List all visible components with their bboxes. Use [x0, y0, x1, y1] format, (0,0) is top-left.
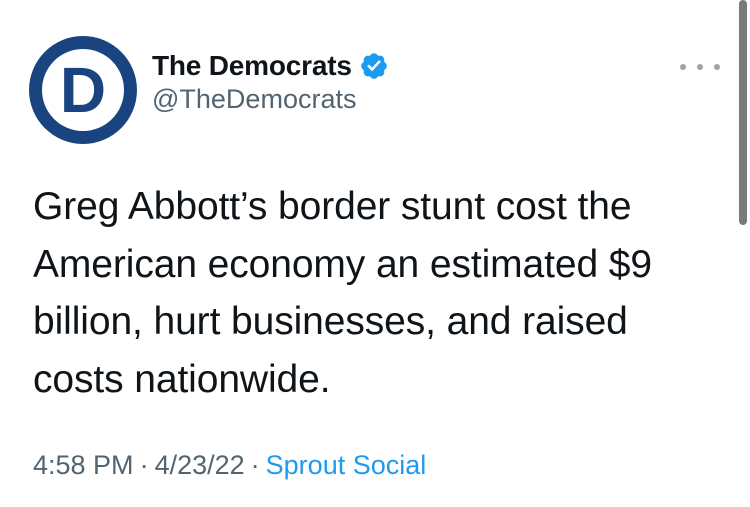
more-dots-icon[interactable]: [680, 62, 720, 72]
avatar-letter: D: [59, 54, 107, 126]
tweet-text: Greg Abbott’s border stunt cost the Amer…: [33, 178, 723, 408]
dot: [680, 64, 686, 70]
verified-badge-icon: [359, 51, 389, 81]
separator: ·: [139, 450, 149, 480]
separator: ·: [250, 450, 260, 480]
tweet-meta: 4:58 PM · 4/23/22 · Sprout Social: [33, 450, 426, 481]
tweet-time[interactable]: 4:58 PM: [33, 450, 134, 480]
tweet-date[interactable]: 4/23/22: [155, 450, 245, 480]
tweet-line: American economy an estimated $9: [33, 242, 652, 286]
tweet-line: Greg Abbott’s border stunt cost the: [33, 185, 632, 228]
display-name[interactable]: The Democrats: [152, 50, 352, 82]
dot: [714, 64, 720, 70]
name-row: The Democrats: [152, 46, 389, 86]
avatar-inner-circle: D: [42, 49, 124, 131]
tweet-source-link[interactable]: Sprout Social: [266, 450, 427, 480]
dot: [697, 64, 703, 70]
tweet-line: costs nationwide.: [33, 357, 331, 401]
account-handle[interactable]: @TheDemocrats: [152, 84, 356, 115]
avatar[interactable]: D: [29, 36, 137, 144]
tweet-line: billion, hurt businesses, and raised: [33, 300, 628, 343]
scrollbar[interactable]: [739, 0, 747, 225]
